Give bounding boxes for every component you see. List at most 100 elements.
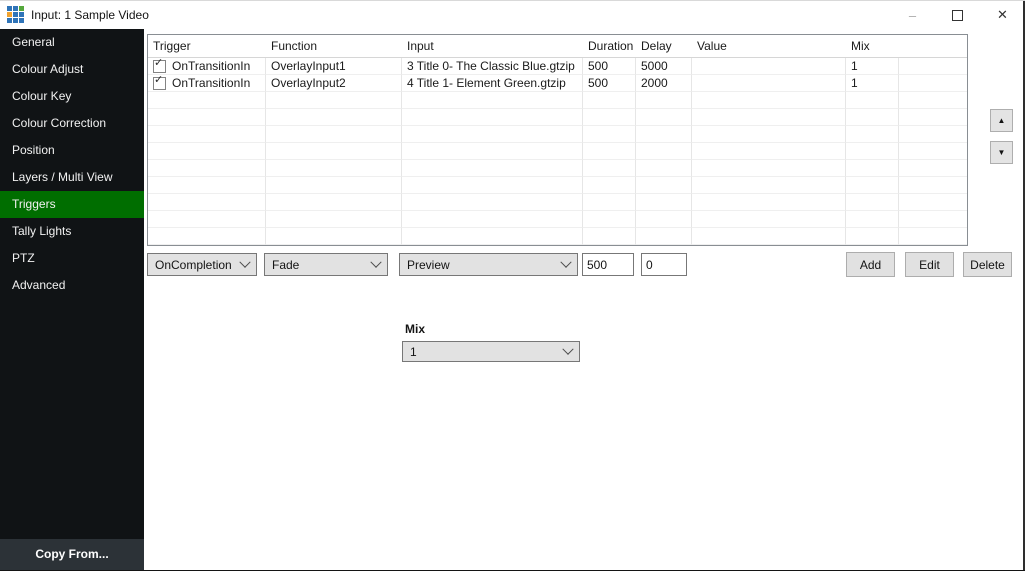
column-header-blank[interactable] — [899, 35, 967, 57]
table-cell — [846, 92, 899, 109]
table-cell — [402, 160, 583, 177]
table-cell — [899, 194, 967, 211]
table-row[interactable] — [148, 211, 967, 228]
maximize-button[interactable] — [935, 1, 980, 29]
table-cell — [692, 211, 846, 228]
table-cell: 2000 — [636, 75, 692, 92]
sidebar: GeneralColour AdjustColour KeyColour Cor… — [0, 29, 144, 570]
table-cell — [846, 177, 899, 194]
table-row[interactable] — [148, 143, 967, 160]
table-row[interactable]: ✓OnTransitionInOverlayInput13 Title 0- T… — [148, 58, 967, 75]
table-row[interactable] — [148, 109, 967, 126]
table-cell: 1 — [846, 58, 899, 75]
sidebar-item-advanced[interactable]: Advanced — [0, 272, 144, 299]
table-cell — [899, 126, 967, 143]
table-row[interactable] — [148, 228, 967, 245]
sidebar-item-position[interactable]: Position — [0, 137, 144, 164]
table-cell — [583, 126, 636, 143]
sidebar-item-colour-adjust[interactable]: Colour Adjust — [0, 56, 144, 83]
table-row[interactable] — [148, 194, 967, 211]
sidebar-item-colour-correction[interactable]: Colour Correction — [0, 110, 144, 137]
table-cell — [148, 211, 266, 228]
table-row[interactable] — [148, 160, 967, 177]
table-cell — [899, 75, 967, 92]
table-row[interactable]: ✓OnTransitionInOverlayInput24 Title 1- E… — [148, 75, 967, 92]
table-cell — [266, 177, 402, 194]
table-row[interactable] — [148, 126, 967, 143]
move-up-button[interactable]: ▲ — [990, 109, 1013, 132]
icon-square — [7, 12, 12, 17]
close-icon: ✕ — [997, 7, 1008, 23]
function-select[interactable]: Fade — [264, 253, 388, 276]
sidebar-item-tally-lights[interactable]: Tally Lights — [0, 218, 144, 245]
trigger-select-value: OnCompletion — [155, 258, 241, 272]
table-cell — [148, 160, 266, 177]
column-header-mix[interactable]: Mix — [846, 35, 899, 57]
table-cell: 1 — [846, 75, 899, 92]
table-cell — [846, 143, 899, 160]
column-header-input[interactable]: Input — [402, 35, 583, 57]
table-row[interactable] — [148, 92, 967, 109]
table-cell — [583, 211, 636, 228]
table-cell — [148, 143, 266, 160]
table-cell — [148, 92, 266, 109]
copy-from-button[interactable]: Copy From... — [0, 539, 144, 570]
delete-button[interactable]: Delete — [963, 252, 1012, 277]
table-cell — [846, 109, 899, 126]
table-cell — [692, 143, 846, 160]
table-cell — [636, 211, 692, 228]
table-cell — [846, 126, 899, 143]
mix-select[interactable]: 1 — [402, 341, 580, 362]
table-cell — [266, 160, 402, 177]
table-row[interactable] — [148, 177, 967, 194]
add-button[interactable]: Add — [846, 252, 895, 277]
column-header-duration[interactable]: Duration — [583, 35, 636, 57]
minimize-button[interactable]: – — [890, 1, 935, 29]
close-button[interactable]: ✕ — [980, 1, 1025, 29]
sidebar-item-general[interactable]: General — [0, 29, 144, 56]
duration-input[interactable] — [582, 253, 634, 276]
trigger-select[interactable]: OnCompletion — [147, 253, 257, 276]
table-cell — [402, 92, 583, 109]
down-arrow-icon: ▼ — [998, 148, 1006, 157]
table-cell — [583, 92, 636, 109]
column-header-trigger[interactable]: Trigger — [148, 35, 266, 57]
table-cell — [583, 194, 636, 211]
table-cell — [899, 143, 967, 160]
sidebar-item-ptz[interactable]: PTZ — [0, 245, 144, 272]
sidebar-item-triggers[interactable]: Triggers — [0, 191, 144, 218]
table-cell — [266, 92, 402, 109]
minimize-icon: – — [909, 8, 916, 23]
table-cell — [266, 109, 402, 126]
table-cell — [899, 160, 967, 177]
window-title: Input: 1 Sample Video — [31, 8, 149, 22]
delay-input[interactable] — [641, 253, 687, 276]
sidebar-item-colour-key[interactable]: Colour Key — [0, 83, 144, 110]
table-cell — [636, 109, 692, 126]
table-cell: OverlayInput2 — [266, 75, 402, 92]
row-checkbox[interactable]: ✓ — [153, 60, 166, 73]
table-cell: ✓OnTransitionIn — [148, 58, 266, 75]
table-cell — [636, 143, 692, 160]
row-checkbox[interactable]: ✓ — [153, 77, 166, 90]
column-header-delay[interactable]: Delay — [636, 35, 692, 57]
table-cell — [583, 228, 636, 245]
table-cell — [692, 126, 846, 143]
table-cell — [148, 126, 266, 143]
table-cell — [899, 58, 967, 75]
table-cell — [846, 228, 899, 245]
table-cell — [148, 109, 266, 126]
move-down-button[interactable]: ▼ — [990, 141, 1013, 164]
table-cell — [583, 177, 636, 194]
table-cell — [636, 177, 692, 194]
maximize-icon — [952, 10, 963, 21]
input-select[interactable]: Preview — [399, 253, 578, 276]
table-cell — [692, 194, 846, 211]
column-header-function[interactable]: Function — [266, 35, 402, 57]
edit-button[interactable]: Edit — [905, 252, 954, 277]
table-cell — [583, 109, 636, 126]
sidebar-item-layers-multi-view[interactable]: Layers / Multi View — [0, 164, 144, 191]
table-cell — [899, 109, 967, 126]
column-header-value[interactable]: Value — [692, 35, 846, 57]
check-icon: ✓ — [154, 58, 163, 69]
